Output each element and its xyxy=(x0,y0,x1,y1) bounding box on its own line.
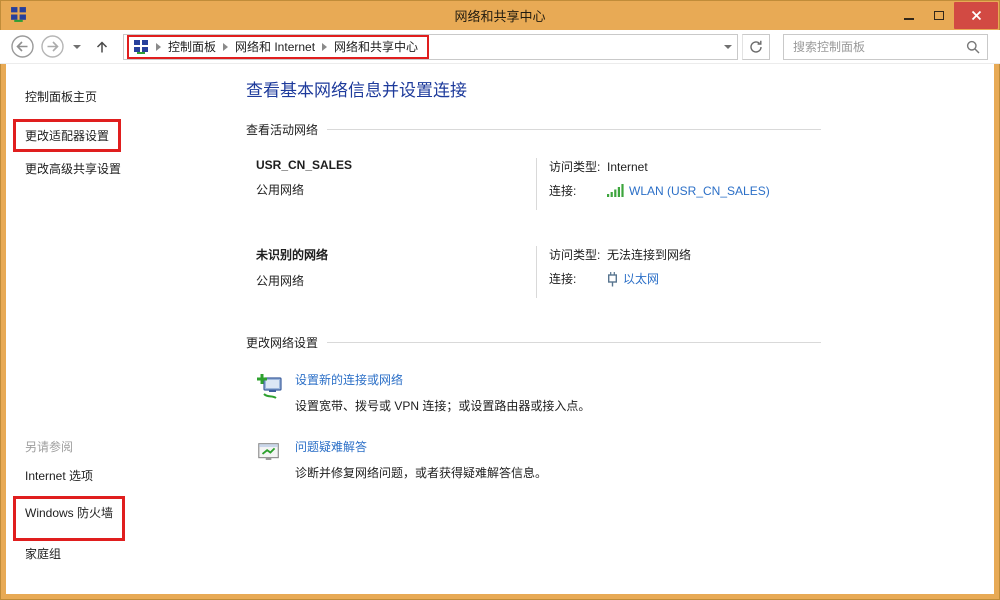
active-networks-header: 查看活动网络 xyxy=(246,121,821,138)
section-rule xyxy=(327,129,821,130)
access-type-value: 无法连接到网络 xyxy=(607,246,691,263)
network-row-ethernet: 未识别的网络 公用网络 访问类型: 无法连接到网络 连接: xyxy=(246,246,821,298)
refresh-button[interactable] xyxy=(742,34,770,60)
network-row-wlan: USR_CN_SALES 公用网络 访问类型: Internet 连接: xyxy=(246,158,821,210)
change-settings-label: 更改网络设置 xyxy=(246,334,318,351)
breadcrumb-network-internet[interactable]: 网络和 Internet xyxy=(235,38,315,55)
task-troubleshoot: 问题疑难解答 诊断并修复网络问题，或者获得疑难解答信息。 xyxy=(246,438,821,481)
sidebar-item-advanced-sharing[interactable]: 更改高级共享设置 xyxy=(25,160,234,177)
breadcrumb-network-sharing-center[interactable]: 网络和共享中心 xyxy=(334,38,418,55)
chevron-down-icon xyxy=(73,45,81,49)
access-type-value: Internet xyxy=(607,160,648,174)
ethernet-icon xyxy=(607,271,618,287)
connection-label: 连接: xyxy=(549,270,607,287)
recent-pages-dropdown[interactable] xyxy=(70,45,84,49)
back-button[interactable] xyxy=(10,34,35,59)
address-bar[interactable]: 控制面板 网络和 Internet 网络和共享中心 xyxy=(123,34,738,60)
troubleshoot-icon xyxy=(256,438,284,481)
see-also-header: 另请参阅 xyxy=(25,438,125,455)
window-title: 网络和共享中心 xyxy=(0,6,1000,25)
change-settings-header: 更改网络设置 xyxy=(246,334,821,351)
search-icon[interactable] xyxy=(966,40,980,54)
network-type: 公用网络 xyxy=(256,272,536,289)
new-connection-icon xyxy=(256,371,284,414)
sidebar-item-internet-options[interactable]: Internet 选项 xyxy=(25,467,125,484)
network-name: 未识别的网络 xyxy=(256,246,536,263)
task-new-connection: 设置新的连接或网络 设置宽带、拨号或 VPN 连接；或设置路由器或接入点。 xyxy=(246,371,821,414)
ethernet-connection-link[interactable]: 以太网 xyxy=(623,270,659,287)
address-network-icon xyxy=(133,39,149,55)
content-area: 控制面板主页 更改适配器设置 更改高级共享设置 另请参阅 Internet 选项… xyxy=(6,64,994,594)
window-controls xyxy=(894,0,998,30)
annotation-box-adapter-settings: 更改适配器设置 xyxy=(13,119,121,152)
sidebar-item-control-panel-home[interactable]: 控制面板主页 xyxy=(25,88,234,105)
breadcrumb-control-panel[interactable]: 控制面板 xyxy=(168,38,216,55)
sidebar-item-change-adapter-settings[interactable]: 更改适配器设置 xyxy=(25,127,109,144)
annotation-box-windows-firewall: Windows 防火墙 xyxy=(13,496,125,541)
minimize-button[interactable] xyxy=(894,2,924,28)
close-button[interactable] xyxy=(954,2,998,29)
breadcrumb-arrow-icon[interactable] xyxy=(322,43,327,51)
page-title: 查看基本网络信息并设置连接 xyxy=(246,76,821,101)
access-type-label: 访问类型: xyxy=(549,246,607,263)
search-input[interactable] xyxy=(791,39,966,55)
section-rule xyxy=(327,342,821,343)
see-also-section: 另请参阅 Internet 选项 Windows 防火墙 家庭组 xyxy=(25,438,125,574)
breadcrumb: 控制面板 网络和 Internet 网络和共享中心 xyxy=(127,35,429,59)
close-icon xyxy=(971,10,982,21)
forward-button[interactable] xyxy=(40,34,65,59)
breadcrumb-arrow-icon[interactable] xyxy=(223,43,228,51)
main-panel: 查看基本网络信息并设置连接 查看活动网络 USR_CN_SALES 公用网络 访… xyxy=(234,64,994,594)
access-type-label: 访问类型: xyxy=(549,158,607,175)
network-type: 公用网络 xyxy=(256,181,536,198)
sidebar-item-windows-firewall[interactable]: Windows 防火墙 xyxy=(25,504,113,521)
task-description: 诊断并修复网络问题，或者获得疑难解答信息。 xyxy=(295,464,547,481)
refresh-icon xyxy=(749,40,763,54)
network-sharing-center-window: 网络和共享中心 xyxy=(0,0,1000,600)
task-description: 设置宽带、拨号或 VPN 连接；或设置路由器或接入点。 xyxy=(295,397,590,414)
sidebar: 控制面板主页 更改适配器设置 更改高级共享设置 另请参阅 Internet 选项… xyxy=(6,64,234,594)
active-networks-label: 查看活动网络 xyxy=(246,121,318,138)
troubleshoot-problems-link[interactable]: 问题疑难解答 xyxy=(295,438,367,455)
minimize-icon xyxy=(904,18,914,20)
search-box xyxy=(783,34,988,60)
wlan-connection-link[interactable]: WLAN (USR_CN_SALES) xyxy=(629,184,770,198)
sidebar-item-homegroup[interactable]: 家庭组 xyxy=(25,545,125,562)
address-dropdown-icon[interactable] xyxy=(724,45,732,49)
maximize-icon xyxy=(934,11,944,20)
title-bar: 网络和共享中心 xyxy=(0,0,1000,30)
wifi-signal-icon xyxy=(607,184,624,197)
setup-new-connection-link[interactable]: 设置新的连接或网络 xyxy=(295,371,403,388)
maximize-button[interactable] xyxy=(924,2,954,28)
up-button[interactable] xyxy=(89,34,114,59)
breadcrumb-arrow-icon[interactable] xyxy=(156,43,161,51)
network-name: USR_CN_SALES xyxy=(256,158,536,172)
connection-label: 连接: xyxy=(549,182,607,199)
navigation-toolbar: 控制面板 网络和 Internet 网络和共享中心 xyxy=(0,30,1000,64)
